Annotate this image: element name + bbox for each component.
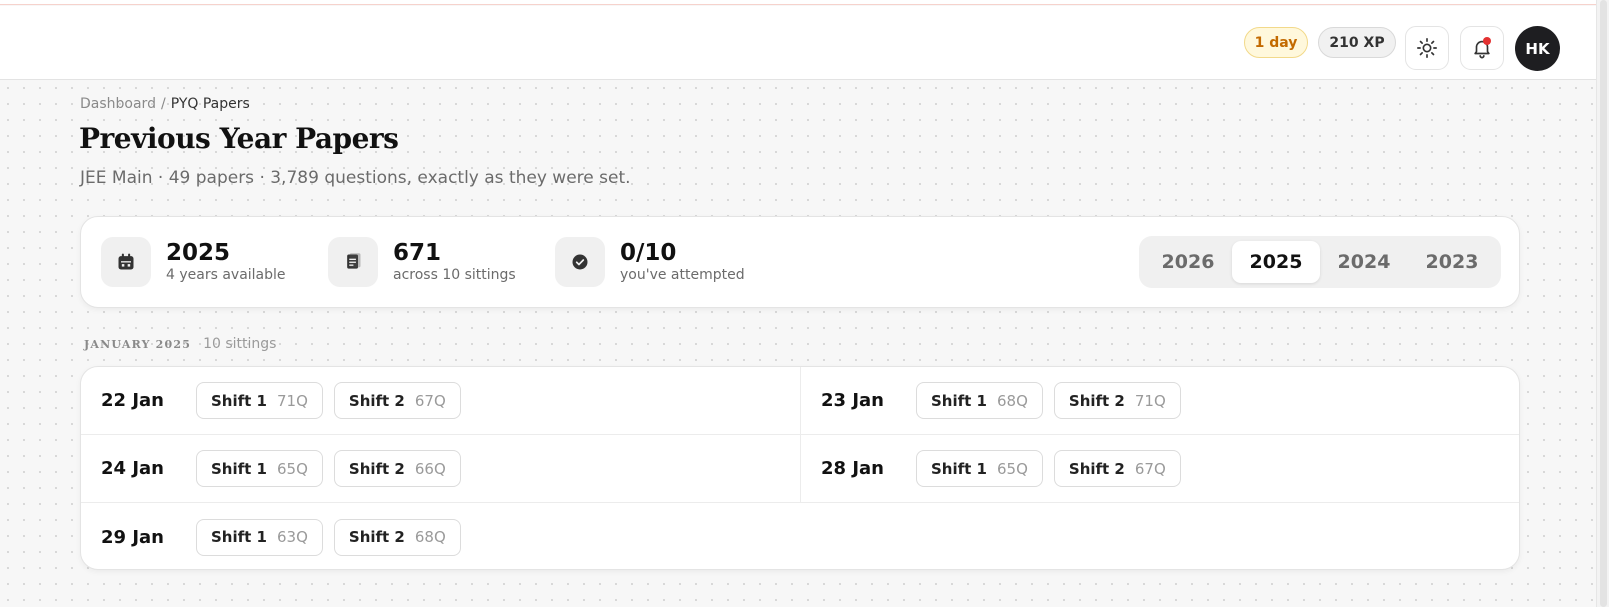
breadcrumb-current: PYQ Papers <box>170 96 250 112</box>
shift-button[interactable]: Shift 1 71Q <box>196 382 323 419</box>
stat-value: 0/10 <box>620 240 677 266</box>
shift-button[interactable]: Shift 2 67Q <box>333 382 461 419</box>
day-row: 22 Jan Shift 1 71Q Shift 2 67Q <box>81 367 801 435</box>
year-tab-2024[interactable]: 2024 <box>1320 241 1408 283</box>
stat-label: 4 years available <box>166 267 286 283</box>
shift-button[interactable]: Shift 2 71Q <box>1053 382 1181 419</box>
calendar-icon <box>101 237 151 287</box>
sittings-card: 22 Jan Shift 1 71Q Shift 2 67Q 23 Jan Sh… <box>80 366 1520 570</box>
stat-value: 2025 <box>166 240 231 266</box>
day-date: 29 Jan <box>101 526 164 548</box>
shift-name: Shift 2 <box>1068 391 1125 410</box>
stat-value: 671 <box>393 240 442 266</box>
day-date: 23 Jan <box>821 390 884 411</box>
day-date: 22 Jan <box>101 390 164 411</box>
day-row: 29 Jan Shift 1 63Q Shift 2 68Q <box>81 503 801 569</box>
check-circle-icon <box>555 237 605 287</box>
document-icon <box>328 237 378 287</box>
streak-badge: 1 day <box>1244 27 1308 58</box>
day-row: 23 Jan Shift 1 68Q Shift 2 71Q <box>801 367 1519 435</box>
shift-name: Shift 1 <box>931 391 987 410</box>
stat-label: you've attempted <box>620 267 745 283</box>
shift-name: Shift 1 <box>211 528 267 546</box>
breadcrumb-separator: / <box>160 96 166 112</box>
avatar[interactable]: HK <box>1515 26 1560 71</box>
shift-name: Shift 2 <box>348 391 405 410</box>
shift-question-count: 68Q <box>996 391 1028 410</box>
shift-question-count: 66Q <box>414 459 446 478</box>
shift-question-count: 67Q <box>414 391 446 410</box>
page-scrollbar[interactable] <box>1596 0 1609 607</box>
shift-question-count: 63Q <box>276 528 308 546</box>
breadcrumb: Dashboard / PYQ Papers <box>80 96 250 112</box>
section-header: JANUARY 2025 10 sittings <box>84 336 276 352</box>
stat-label: across 10 sittings <box>393 267 516 283</box>
shift-name: Shift 1 <box>931 459 987 478</box>
year-tab-2023[interactable]: 2023 <box>1408 241 1496 283</box>
day-date: 28 Jan <box>821 458 884 479</box>
stats-card: 2025 4 years available 671 across 10 sit… <box>80 216 1520 308</box>
day-row: 24 Jan Shift 1 65Q Shift 2 66Q <box>81 435 801 503</box>
shift-question-count: 71Q <box>276 391 308 410</box>
shift-name: Shift 2 <box>348 528 405 546</box>
theme-toggle-button[interactable] <box>1405 26 1449 70</box>
shift-question-count: 65Q <box>996 459 1028 478</box>
scrollbar-thumb[interactable] <box>1600 0 1607 607</box>
shift-question-count: 65Q <box>276 459 308 478</box>
shift-name: Shift 1 <box>211 459 267 478</box>
shift-question-count: 71Q <box>1134 391 1166 410</box>
notification-dot <box>1483 37 1491 45</box>
top-accent-line <box>0 0 1609 5</box>
stat-year: 2025 4 years available <box>101 237 286 287</box>
stat-questions: 671 across 10 sittings <box>328 237 516 287</box>
shift-button[interactable]: Shift 2 66Q <box>333 450 461 487</box>
shift-button[interactable]: Shift 1 68Q <box>916 382 1043 419</box>
section-count: 10 sittings <box>203 336 277 352</box>
top-bar: 1 day 210 XP HK <box>0 6 1596 80</box>
shift-name: Shift 1 <box>211 391 267 410</box>
shift-button[interactable]: Shift 1 65Q <box>196 450 323 487</box>
shift-button[interactable]: Shift 2 68Q <box>333 518 461 556</box>
shift-name: Shift 2 <box>1068 459 1125 478</box>
shift-button[interactable]: Shift 1 63Q <box>196 518 323 556</box>
shift-button[interactable]: Shift 1 65Q <box>916 450 1043 487</box>
year-tab-2026[interactable]: 2026 <box>1144 241 1232 283</box>
shift-question-count: 68Q <box>414 528 446 546</box>
xp-badge: 210 XP <box>1318 27 1396 58</box>
page-title: Previous Year Papers <box>79 122 399 155</box>
day-row: 28 Jan Shift 1 65Q Shift 2 67Q <box>801 435 1519 503</box>
shift-button[interactable]: Shift 2 67Q <box>1053 450 1181 487</box>
notifications-button[interactable] <box>1460 26 1504 70</box>
year-tab-2025[interactable]: 2025 <box>1232 241 1320 283</box>
year-selector: 2026 2025 2024 2023 <box>1139 236 1501 288</box>
sun-icon <box>1417 38 1437 58</box>
shift-question-count: 67Q <box>1134 459 1166 478</box>
day-date: 24 Jan <box>101 458 164 479</box>
shift-name: Shift 2 <box>348 459 405 478</box>
section-month: JANUARY 2025 <box>84 337 192 351</box>
stat-attempted: 0/10 you've attempted <box>555 237 745 287</box>
page-subtitle: JEE Main · 49 papers · 3,789 questions, … <box>80 168 631 188</box>
breadcrumb-dashboard-link[interactable]: Dashboard <box>80 96 156 112</box>
